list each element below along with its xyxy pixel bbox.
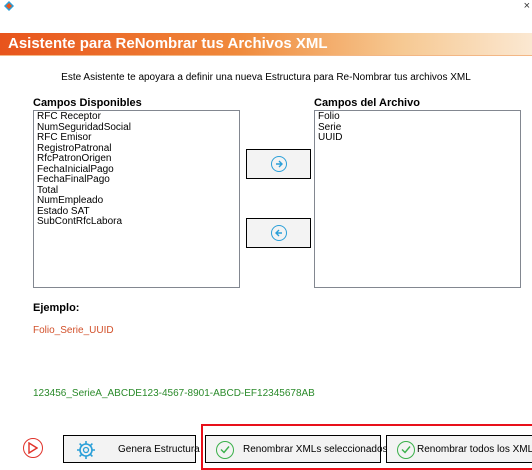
file-fields-label: Campos del Archivo xyxy=(314,97,420,109)
list-item[interactable]: Serie xyxy=(318,122,517,134)
play-stop-icon[interactable] xyxy=(23,438,43,458)
generate-structure-label: Genera Estructura xyxy=(118,444,200,455)
app-logo-icon xyxy=(4,1,14,11)
generate-structure-button[interactable]: Genera Estructura xyxy=(63,435,200,463)
list-item[interactable]: NumEmpleado xyxy=(37,195,236,207)
header-divider xyxy=(0,55,532,56)
list-item[interactable]: RFC Emisor xyxy=(37,132,236,144)
example-pattern: Folio_Serie_UUID xyxy=(33,325,114,336)
list-item[interactable]: Folio xyxy=(318,111,517,123)
arrow-left-circle-icon xyxy=(271,225,287,241)
available-fields-label: Campos Disponibles xyxy=(33,97,142,109)
rename-selected-button[interactable]: Renombrar XMLs seleccionados xyxy=(205,435,388,463)
file-fields-list[interactable]: Folio Serie UUID xyxy=(314,110,521,288)
move-right-button[interactable] xyxy=(246,149,311,179)
list-item[interactable]: RFC Receptor xyxy=(37,111,236,123)
description-text: Este Asistente te apoyara a definir una … xyxy=(61,72,471,83)
check-circle-icon xyxy=(397,441,415,459)
available-fields-list[interactable]: RFC Receptor NumSeguridadSocial RFC Emis… xyxy=(33,110,240,288)
example-label: Ejemplo: xyxy=(33,302,80,314)
list-item[interactable]: FechaFinalPago xyxy=(37,174,236,186)
header-banner: Asistente para ReNombrar tus Archivos XM… xyxy=(0,33,532,55)
list-item[interactable]: SubContRfcLabora xyxy=(37,216,236,228)
check-circle-icon xyxy=(216,441,234,459)
list-item[interactable]: UUID xyxy=(318,132,517,144)
rename-all-button[interactable]: Renombrar todos los XMLs xyxy=(386,435,532,463)
example-sample: 123456_SerieA_ABCDE123-4567-8901-ABCD-EF… xyxy=(33,388,315,399)
gear-icon xyxy=(77,441,95,459)
title-bar: × xyxy=(0,0,532,14)
arrow-right-circle-icon xyxy=(271,156,287,172)
rename-selected-label: Renombrar XMLs seleccionados xyxy=(243,444,388,455)
rename-all-label: Renombrar todos los XMLs xyxy=(417,444,532,455)
list-item[interactable]: RfcPatronOrigen xyxy=(37,153,236,165)
page-title: Asistente para ReNombrar tus Archivos XM… xyxy=(8,35,328,52)
close-button[interactable]: × xyxy=(524,0,530,12)
move-left-button[interactable] xyxy=(246,218,311,248)
